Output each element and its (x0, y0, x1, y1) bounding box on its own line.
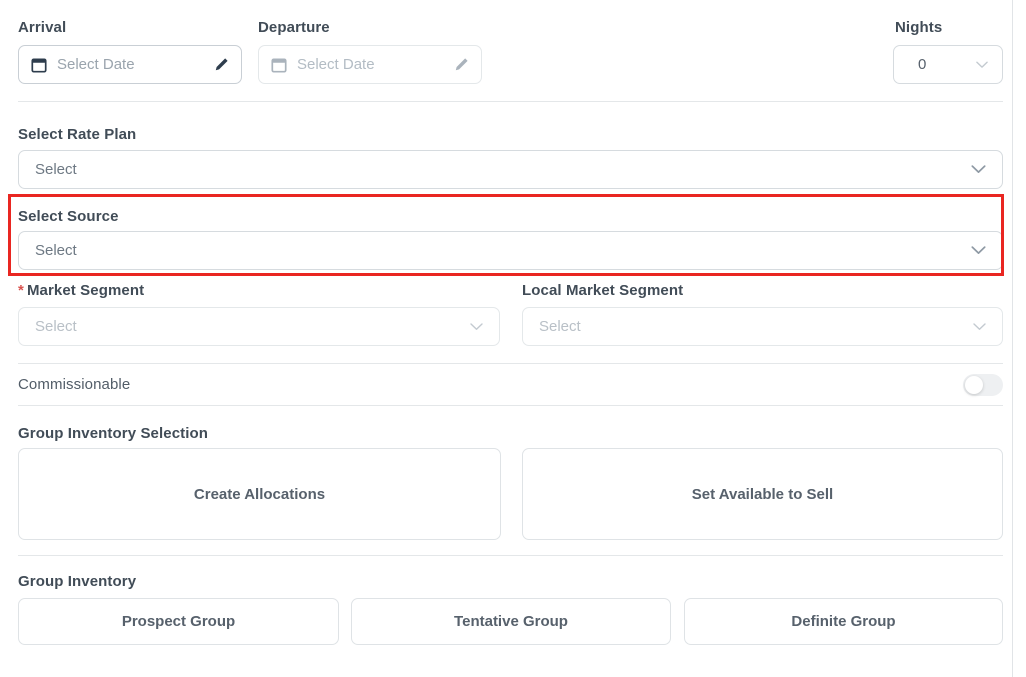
arrival-label: Arrival (18, 20, 66, 36)
pencil-icon (454, 57, 469, 72)
market-segment-label: *Market Segment (18, 283, 144, 299)
group-inventory-label: Group Inventory (18, 574, 136, 590)
nights-label: Nights (895, 20, 942, 36)
commissionable-toggle[interactable] (963, 374, 1003, 396)
calendar-icon (31, 57, 47, 73)
source-value: Select (35, 242, 77, 259)
market-segment-value: Select (35, 318, 77, 335)
chevron-down-icon (973, 323, 986, 331)
departure-date-field[interactable]: Select Date (258, 45, 482, 84)
nights-value: 0 (918, 56, 926, 73)
arrival-date-field[interactable]: Select Date (18, 45, 242, 84)
group-booking-form: Arrival Select Date Departure Select Dat… (0, 0, 1026, 677)
divider (18, 555, 1003, 556)
chevron-down-icon (971, 165, 986, 174)
local-market-segment-value: Select (539, 318, 581, 335)
toggle-knob (965, 376, 983, 394)
set-available-to-sell-button[interactable]: Set Available to Sell (522, 448, 1003, 540)
rate-plan-select[interactable]: Select (18, 150, 1003, 189)
prospect-group-button[interactable]: Prospect Group (18, 598, 339, 645)
chevron-down-icon (976, 61, 988, 69)
arrival-date-placeholder: Select Date (57, 56, 214, 73)
local-market-segment-label: Local Market Segment (522, 283, 683, 299)
departure-label: Departure (258, 20, 330, 36)
tentative-group-button[interactable]: Tentative Group (351, 598, 671, 645)
source-label: Select Source (18, 209, 119, 225)
definite-group-button[interactable]: Definite Group (684, 598, 1003, 645)
rate-plan-label: Select Rate Plan (18, 127, 136, 143)
create-allocations-button[interactable]: Create Allocations (18, 448, 501, 540)
local-market-segment-select[interactable]: Select (522, 307, 1003, 346)
required-asterisk: * (18, 282, 24, 299)
divider (18, 405, 1003, 406)
calendar-icon (271, 57, 287, 73)
departure-date-placeholder: Select Date (297, 56, 454, 73)
divider (18, 101, 1003, 102)
group-inventory-selection-label: Group Inventory Selection (18, 426, 208, 442)
chevron-down-icon (971, 246, 986, 255)
market-segment-select[interactable]: Select (18, 307, 500, 346)
chevron-down-icon (470, 323, 483, 331)
pencil-icon[interactable] (214, 57, 229, 72)
divider (18, 363, 1003, 364)
commissionable-label: Commissionable (18, 377, 130, 393)
rate-plan-value: Select (35, 161, 77, 178)
source-select[interactable]: Select (18, 231, 1003, 270)
panel-right-edge (1012, 0, 1013, 677)
nights-select[interactable]: 0 (893, 45, 1003, 84)
